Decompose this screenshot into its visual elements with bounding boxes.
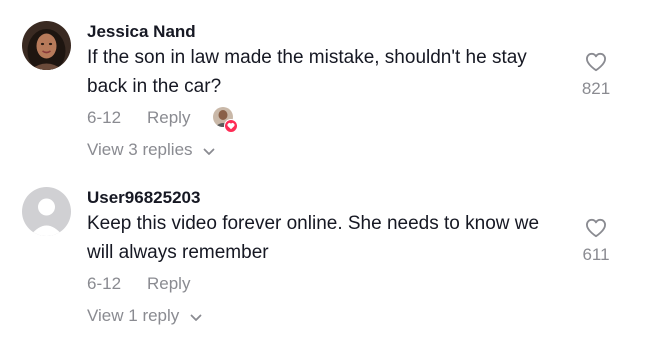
view-replies-label: View 1 reply [87,306,180,325]
like-button[interactable]: 611 [576,218,616,265]
view-replies-button[interactable]: View 3 replies [87,140,215,161]
comment-date: 6-12 [87,108,122,127]
comment-username[interactable]: Jessica Nand [87,22,196,42]
like-button[interactable]: 821 [576,52,616,99]
comment-text: If the son in law made the mistake, shou… [87,47,527,97]
comment-username[interactable]: User96825203 [87,188,200,208]
comment-text: Keep this video forever online. She need… [87,213,540,263]
liked-heart-icon [224,119,238,133]
heart-outline-icon [576,218,616,243]
comment-meta: 6-12 Reply [87,274,190,294]
reply-button[interactable]: Reply [147,108,190,128]
chevron-down-icon [190,307,202,327]
heart-outline-icon [576,52,616,77]
like-count: 611 [582,245,610,264]
like-count: 821 [581,79,611,98]
reply-button[interactable]: Reply [147,274,190,294]
view-replies-button[interactable]: View 1 reply [87,306,202,327]
view-replies-label: View 3 replies [87,140,193,159]
comment-date: 6-12 [87,274,122,293]
avatar[interactable] [22,21,71,70]
avatar[interactable] [22,187,71,236]
comment-meta: 6-12 Reply [87,108,190,128]
chevron-down-icon [203,141,215,161]
